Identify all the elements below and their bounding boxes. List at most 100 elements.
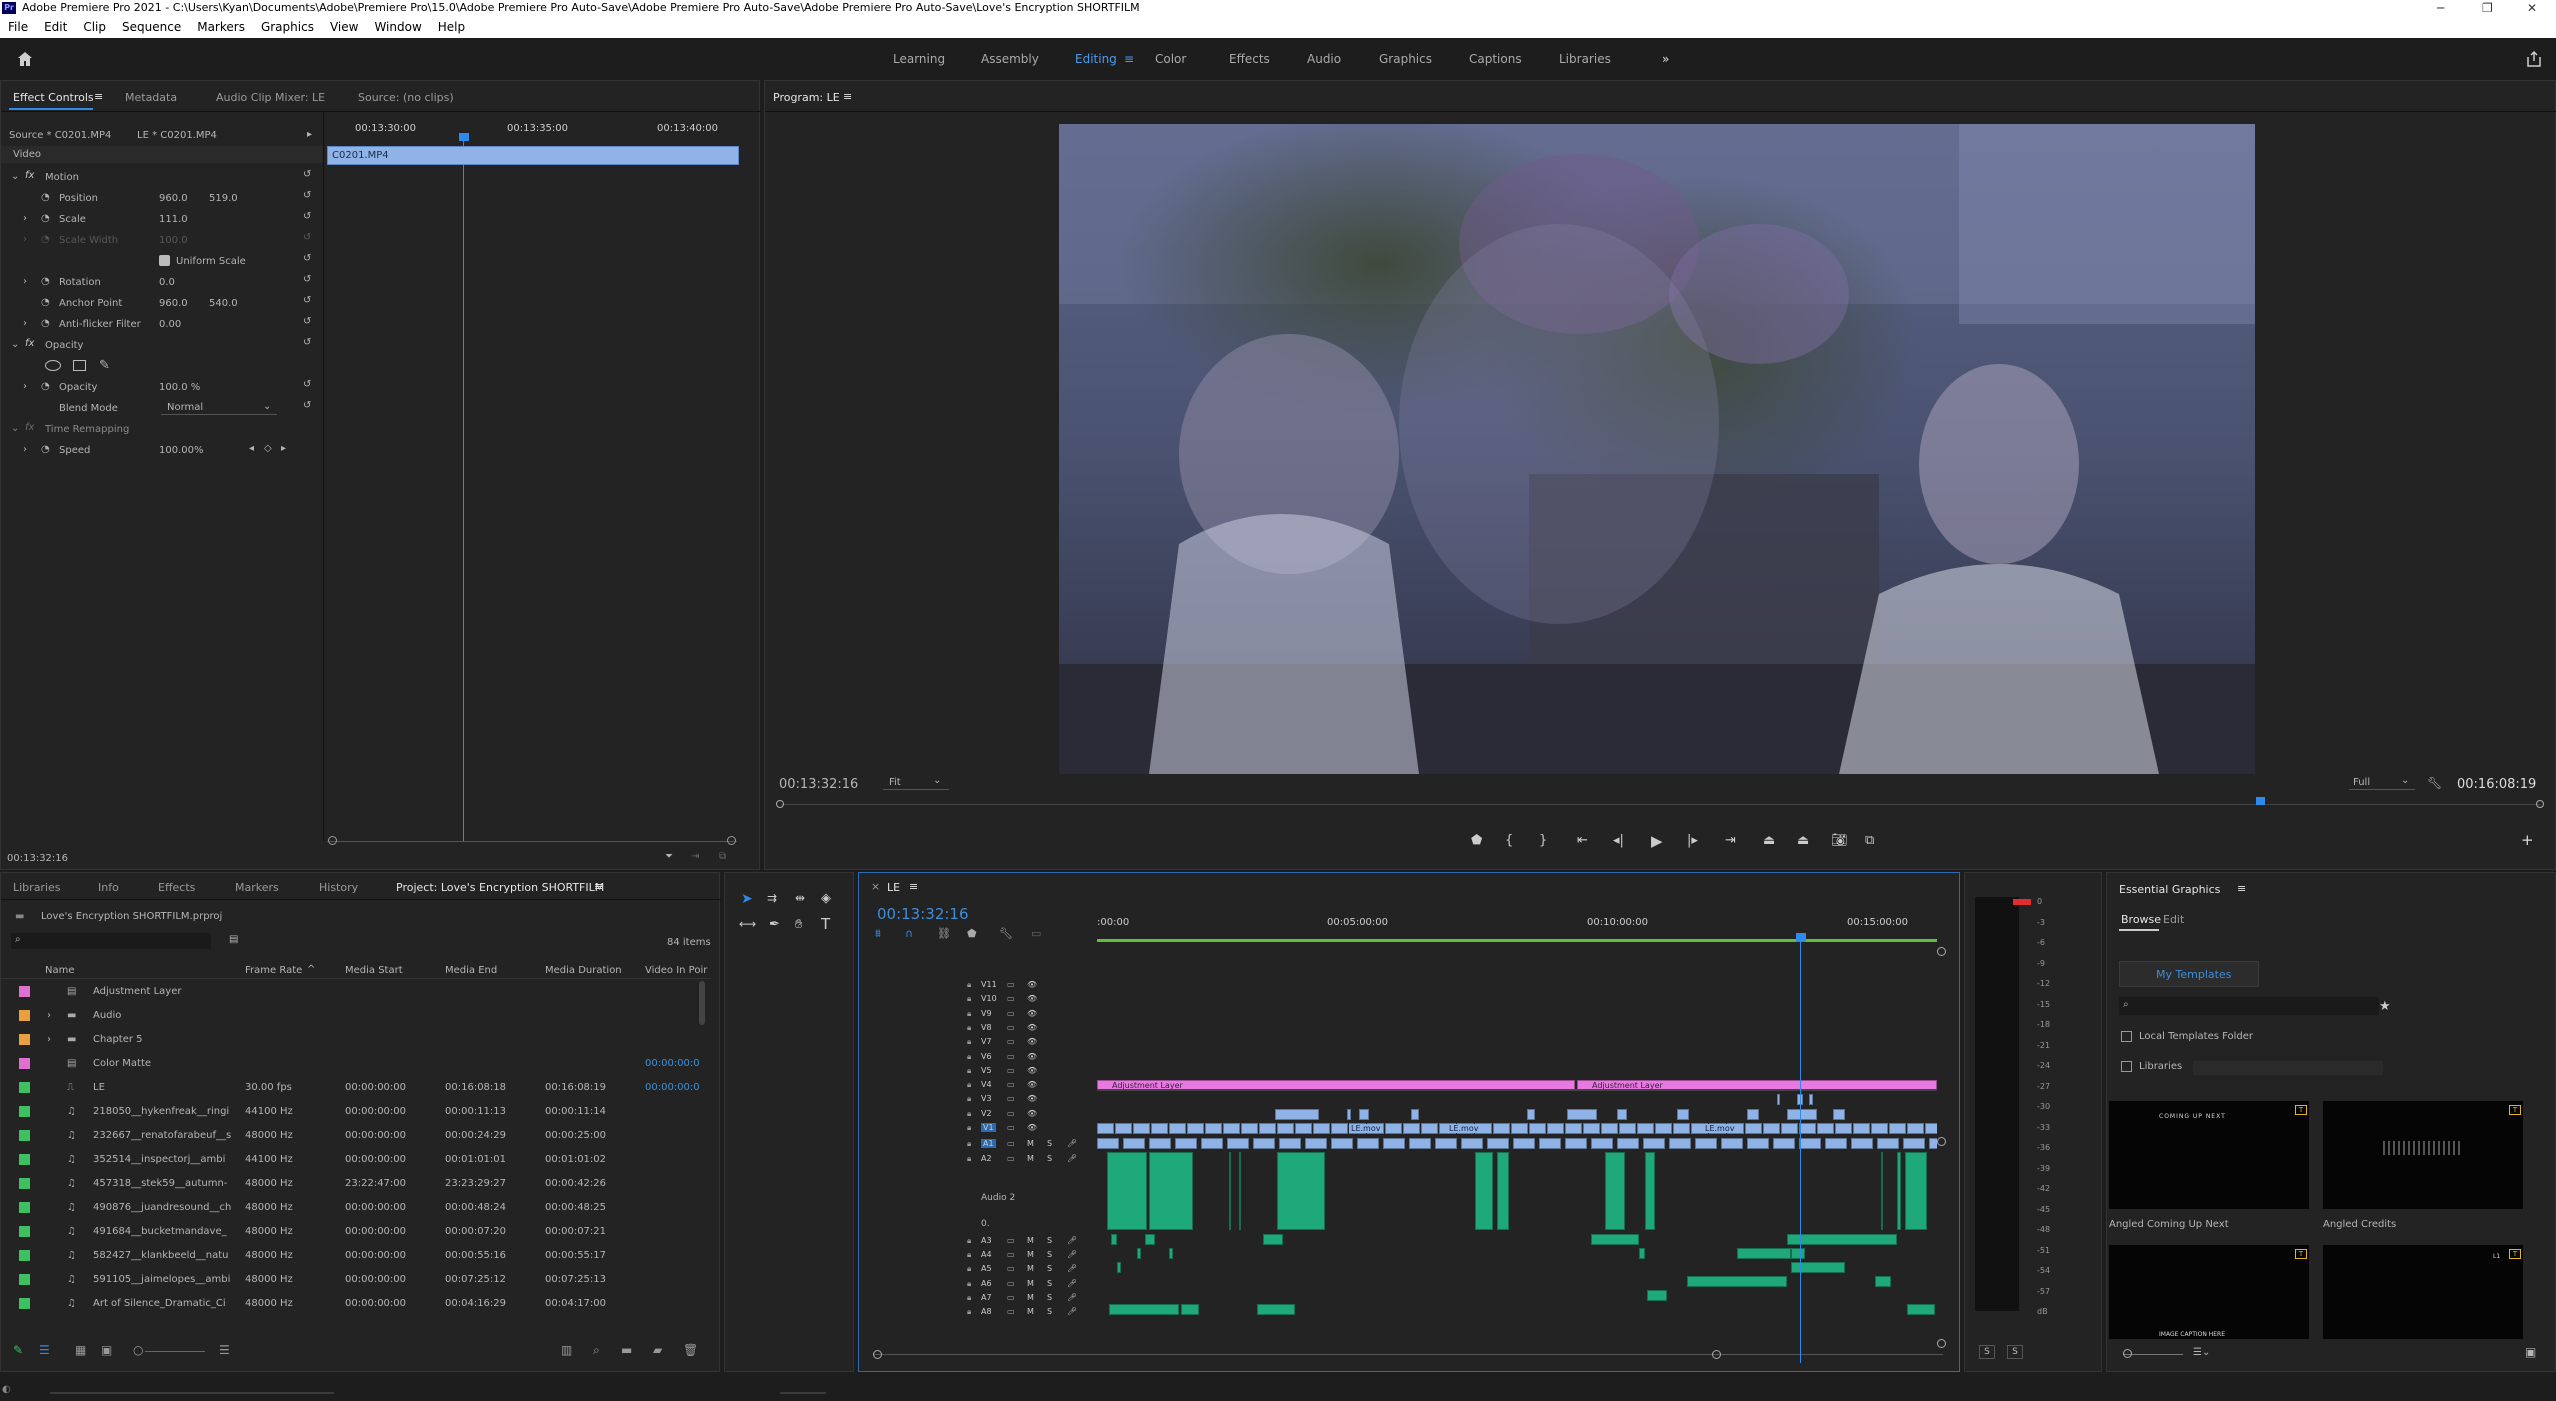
mute-button[interactable]: M [1027,1279,1034,1288]
sync-lock-icon[interactable]: ▭ [1007,1279,1015,1288]
pen-tool-icon[interactable]: ✒︎ [769,917,780,932]
project-row[interactable]: ♫ 457318__stek59__autumn- 48000 Hz 23:22:47… [1,1173,701,1195]
video-clip[interactable] [1907,1123,1924,1134]
project-row[interactable]: ♫ 491684__bucketmandave_ 48000 Hz 00:00:00:… [1,1221,701,1243]
video-clip[interactable] [1677,1108,1689,1120]
sync-lock-icon[interactable]: ▭ [1007,1154,1015,1163]
minimize-icon[interactable]: ─ [2437,0,2444,16]
audio-clip-linked[interactable] [1513,1138,1535,1150]
voice-over-icon[interactable]: 🎤︎ [1067,1264,1077,1273]
reset-icon[interactable]: ↺ [303,190,311,201]
reset-icon[interactable]: ↺ [303,211,311,222]
video-audio-divider[interactable] [1097,1089,1937,1091]
mute-button[interactable]: M [1027,1293,1034,1302]
video-track-header[interactable]: 🔒︎ V7 ▭ 👁︎ [903,1036,1095,1050]
new-item-icon[interactable]: ▰ [653,1343,662,1357]
quality-select[interactable]: Full ⌄ [2349,775,2415,790]
project-row[interactable]: ▤ Adjustment Layer [1,981,701,1003]
video-clip[interactable] [1871,1123,1888,1134]
audio-clip-linked[interactable] [1097,1138,1119,1150]
sync-lock-icon[interactable]: ▭ [1007,1080,1015,1089]
menu-window[interactable]: Window [366,16,429,38]
track-label[interactable]: V5 [981,1066,992,1075]
video-clip[interactable] [1565,1123,1582,1134]
work-area-bar[interactable] [1097,939,1937,942]
menu-view[interactable]: View [322,16,366,38]
solo-button[interactable]: S [1047,1279,1052,1288]
lock-icon[interactable]: 🔒︎ [967,1236,971,1246]
rotation-value[interactable]: 0.0 [159,277,175,288]
audio-clip[interactable] [1111,1234,1117,1246]
prev-keyframe-icon[interactable]: ◂ [249,443,254,454]
tab-source[interactable]: Source: (no clips) [358,91,454,104]
v-scroll-handle[interactable] [1937,1137,1946,1146]
label-color-swatch[interactable] [19,1154,30,1165]
project-row[interactable]: ♫ Art of Silence_Dramatic_Ci 48000 Hz 00:00… [1,1293,701,1315]
video-clip[interactable] [1097,1123,1114,1134]
mute-button[interactable]: M [1027,1139,1034,1148]
collapse-arrow-icon[interactable]: ⌄ [11,423,19,434]
workspace-color[interactable]: Color [1155,52,1186,66]
video-clip[interactable] [1223,1123,1240,1134]
reset-icon[interactable]: ↺ [303,295,311,306]
col-media-start[interactable]: Media Start [345,965,403,976]
voice-over-icon[interactable]: 🎤︎ [1067,1307,1077,1316]
slip-tool-icon[interactable]: ⟷ [739,917,756,931]
video-clip[interactable] [1817,1123,1834,1134]
audio-clip-linked[interactable] [1721,1138,1743,1150]
audio-clip-linked[interactable] [1643,1138,1665,1150]
workspace-menu-icon[interactable]: ≡ [1124,52,1134,66]
sync-lock-icon[interactable]: ▭ [1007,994,1015,1003]
audio2-volume[interactable]: 0. [981,1219,990,1229]
video-track-header[interactable]: 🔒︎ V6 ▭ 👁︎ [903,1051,1095,1065]
audio-clip[interactable] [1117,1262,1121,1274]
project-row[interactable]: ⎍ LE 30.00 fps 00:00:00:00 00:16:08:18 00:16:… [1,1077,701,1099]
workspace-captions[interactable]: Captions [1469,52,1522,66]
video-track-header[interactable]: 🔒︎ V3 ▭ 👁︎ [903,1093,1095,1107]
audio-clip-linked[interactable] [1201,1138,1223,1150]
sync-lock-icon[interactable]: ▭ [1007,1066,1015,1075]
expand-arrow-icon[interactable]: › [23,276,27,287]
close-tab-icon[interactable]: × [871,880,880,893]
tab-edit[interactable]: Edit [2163,913,2184,926]
tab-effects[interactable]: Effects [158,881,195,894]
video-clip[interactable] [1313,1123,1330,1134]
reset-icon[interactable]: ↺ [303,253,311,264]
col-media-duration[interactable]: Media Duration [545,965,622,976]
voice-over-icon[interactable]: 🎤︎ [1067,1236,1077,1245]
clear-icon[interactable]: 🗑︎ [683,1343,698,1357]
audio-clip-linked[interactable] [1591,1138,1613,1150]
lock-icon[interactable]: 🔒︎ [967,1109,971,1119]
audio-clip[interactable] [1181,1304,1199,1316]
timeline-menu-icon[interactable]: ≡ [909,880,918,893]
video-clip[interactable] [1601,1123,1618,1134]
play-triangle-icon[interactable]: ▸ [307,129,312,140]
audio-clip-linked[interactable] [1747,1138,1769,1150]
track-select-tool-icon[interactable]: ⇉ [767,891,777,905]
label-color-swatch[interactable] [19,1130,30,1141]
video-clip[interactable] [1421,1123,1438,1134]
mute-button[interactable]: M [1027,1154,1034,1163]
audio-clip[interactable] [1591,1234,1639,1246]
col-name[interactable]: Name [45,965,75,976]
hand-tool-icon[interactable]: ✋︎ [795,917,802,932]
step-back-icon[interactable]: ◂| [1613,833,1624,848]
solo-button[interactable]: S [1047,1264,1052,1273]
video-track-header[interactable]: 🔒︎ V8 ▭ 👁︎ [903,1022,1095,1036]
voice-over-icon[interactable]: 🎤︎ [1067,1279,1077,1288]
lock-icon[interactable]: 🔒︎ [967,1123,971,1133]
timeline-settings-icon[interactable]: 🔧︎ [999,927,1013,940]
opacity-value[interactable]: 100.0 % [159,382,200,393]
video-clip[interactable] [1787,1108,1817,1120]
add-marker-icon[interactable]: ⬟ [1471,833,1482,848]
audio-clip-linked[interactable] [1929,1138,1937,1150]
video-track-header[interactable]: 🔒︎ V10 ▭ 👁︎ [903,993,1095,1007]
project-row[interactable]: ♫ 582427__klankbeeld__natu 48000 Hz 00:00:0… [1,1245,701,1267]
audio-clip[interactable] [1647,1290,1667,1302]
track-label[interactable]: V1 [981,1123,996,1132]
video-clip[interactable] [1385,1123,1402,1134]
video-clip[interactable] [1403,1123,1420,1134]
eye-icon[interactable]: 👁︎ [1027,1037,1037,1046]
audio-clip-linked[interactable] [1279,1138,1301,1150]
h-zoom-handle-left[interactable] [873,1350,882,1359]
